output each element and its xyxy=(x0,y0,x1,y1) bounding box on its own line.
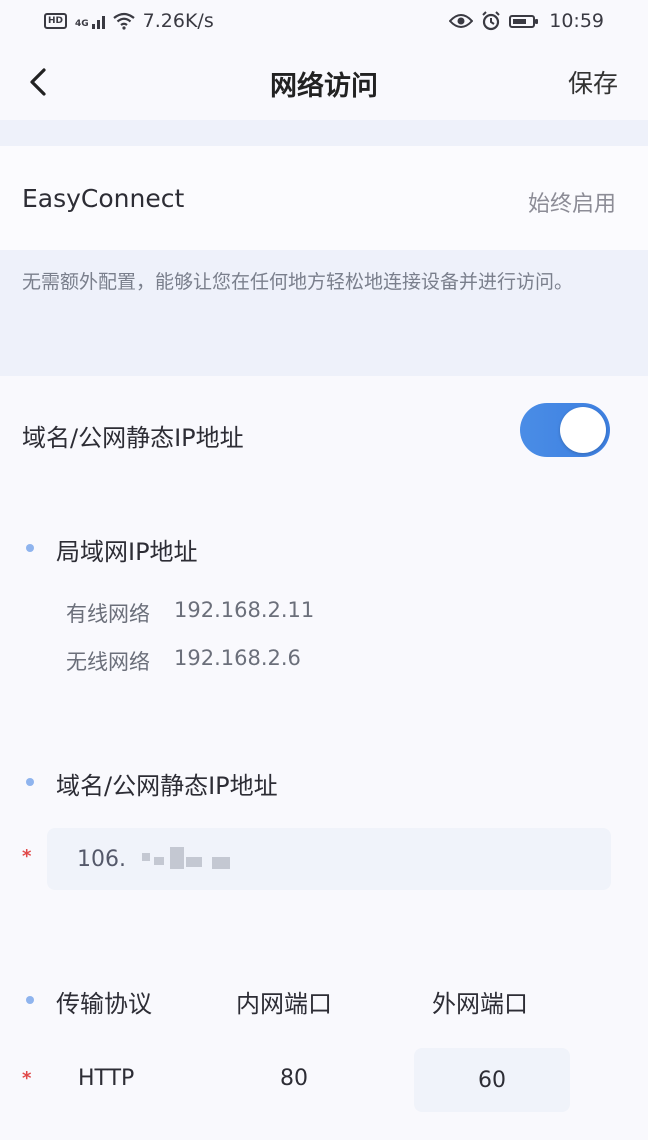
required-mark: * xyxy=(22,1068,32,1089)
lan-section-title: 局域网IP地址 xyxy=(56,538,198,566)
domain-toggle-switch[interactable] xyxy=(520,403,610,457)
protocol-row: * HTTP 80 60 xyxy=(0,1048,648,1112)
save-button[interactable]: 保存 xyxy=(568,64,618,100)
domain-toggle-label: 域名/公网静态IP地址 xyxy=(22,424,244,452)
external-port-value: 60 xyxy=(478,1067,506,1093)
network-speed: 7.26K/s xyxy=(142,10,214,32)
public-ip-section-title: 域名/公网静态IP地址 xyxy=(56,772,278,800)
protocol-value[interactable]: HTTP xyxy=(78,1066,134,1091)
lan-section-header: 局域网IP地址 xyxy=(0,528,648,568)
hd-badge: HD xyxy=(44,13,68,29)
battery-icon xyxy=(509,14,539,28)
internal-port-value: 80 xyxy=(280,1066,308,1091)
public-ip-value: 106. xyxy=(77,846,126,872)
bullet-dot xyxy=(26,778,34,786)
signal-icon: 4G xyxy=(75,13,105,29)
easyconnect-description-panel: 无需额外配置，能够让您在任何地方轻松地连接设备并进行访问。 xyxy=(0,250,648,376)
net-type: 4G xyxy=(75,19,89,29)
wired-label: 有线网络 xyxy=(66,602,150,626)
redacted-mask xyxy=(141,847,242,871)
status-bar: HD 4G 7.26K/s 10:59 xyxy=(0,0,648,42)
wireless-label: 无线网络 xyxy=(66,650,150,674)
wired-ip-value: 192.168.2.11 xyxy=(174,598,315,622)
protocol-header: 传输协议 xyxy=(56,990,152,1018)
section-divider xyxy=(0,120,648,146)
eye-icon xyxy=(449,14,474,28)
page-title: 网络访问 xyxy=(270,71,378,102)
easyconnect-label: EasyConnect xyxy=(22,184,185,213)
public-ip-section-header: 域名/公网静态IP地址 xyxy=(0,762,648,802)
public-ip-input[interactable]: 106. xyxy=(47,828,611,890)
easyconnect-description: 无需额外配置，能够让您在任何地方轻松地连接设备并进行访问。 xyxy=(22,271,574,293)
internal-port-header: 内网端口 xyxy=(236,990,332,1018)
top-bar: 网络访问 保存 xyxy=(0,50,648,114)
bullet-dot xyxy=(26,996,34,1004)
wifi-icon xyxy=(112,12,135,30)
easyconnect-row[interactable]: EasyConnect 始终启用 xyxy=(0,146,648,250)
external-port-header: 外网端口 xyxy=(432,990,528,1018)
easyconnect-status: 始终启用 xyxy=(527,192,616,217)
wireless-ip-value: 192.168.2.6 xyxy=(174,646,301,670)
domain-toggle-row: 域名/公网静态IP地址 xyxy=(0,376,648,488)
toggle-knob xyxy=(560,407,606,453)
alarm-icon xyxy=(482,11,500,31)
clock: 10:59 xyxy=(549,10,604,32)
external-port-input[interactable]: 60 xyxy=(414,1048,570,1112)
bullet-dot xyxy=(26,544,34,552)
required-mark: * xyxy=(22,846,32,867)
protocol-header-row: 传输协议 内网端口 外网端口 xyxy=(0,980,648,1020)
wireless-ip-row: 无线网络 192.168.2.6 xyxy=(66,646,301,676)
wired-ip-row: 有线网络 192.168.2.11 xyxy=(66,598,314,628)
